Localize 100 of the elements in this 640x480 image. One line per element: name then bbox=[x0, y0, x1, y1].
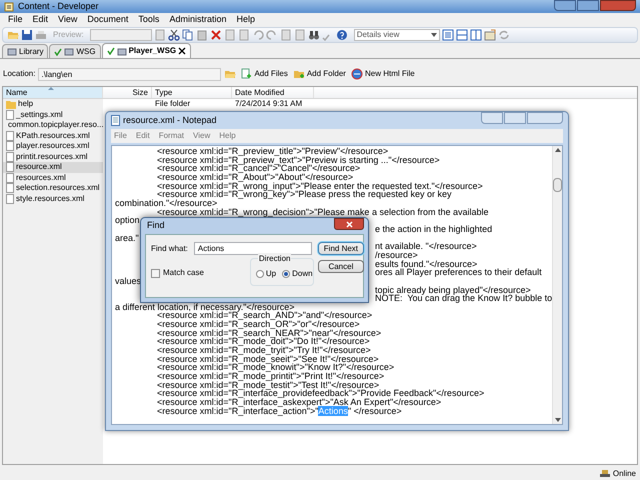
radio-option[interactable]: Down bbox=[282, 268, 313, 280]
vertical-split-icon[interactable] bbox=[470, 29, 482, 41]
scroll-down-icon[interactable] bbox=[554, 418, 561, 422]
find-field[interactable]: Actions bbox=[194, 242, 312, 255]
menu-item[interactable]: Edit bbox=[32, 13, 48, 27]
menu-item[interactable]: Help bbox=[219, 130, 236, 142]
text-line: <resource xml:id="R_About">"About"</resource> bbox=[156, 172, 354, 182]
text-line: <resource xml:id="R_wrong_input">"Please enter the requested text."</resource> bbox=[156, 182, 483, 190]
text-line: <resource xml:id="R_interface_action">"Actions" </resource> bbox=[156, 406, 402, 416]
menu-item[interactable]: Document bbox=[87, 13, 128, 27]
help-icon[interactable] bbox=[336, 29, 348, 41]
cancel-button[interactable]: Cancel bbox=[318, 260, 364, 273]
redo-icon[interactable] bbox=[266, 29, 278, 41]
close-button[interactable] bbox=[334, 218, 364, 230]
radio-button[interactable] bbox=[256, 270, 264, 278]
tab-label: WSG bbox=[76, 46, 96, 58]
menu-item[interactable]: Format bbox=[158, 130, 184, 142]
document-icon[interactable] bbox=[238, 29, 250, 41]
radio-button[interactable] bbox=[282, 270, 290, 278]
text-line: <resource xml:id="R_search_NEAR">"near"</resource> bbox=[156, 328, 382, 338]
text-line: <resource xml:id="R_search_OR">"or"</resource> bbox=[156, 320, 360, 329]
document-icon[interactable] bbox=[224, 29, 236, 41]
scissors-icon[interactable] bbox=[168, 29, 180, 41]
menu-item[interactable]: Edit bbox=[136, 130, 150, 142]
text-line: values bbox=[115, 276, 142, 286]
scrollbar[interactable] bbox=[552, 146, 562, 424]
file-name[interactable]: help bbox=[3, 99, 103, 110]
tab[interactable]: Player_WSG bbox=[102, 43, 192, 58]
file-type: File folder bbox=[154, 98, 192, 110]
refresh-icon[interactable] bbox=[498, 29, 510, 41]
radio-option[interactable]: Up bbox=[256, 268, 276, 280]
location-field[interactable]: .\lang\en bbox=[38, 68, 222, 80]
check-icon bbox=[54, 48, 62, 56]
minimize-button[interactable] bbox=[481, 112, 503, 124]
column-header[interactable]: Type bbox=[152, 87, 232, 98]
text-line: e the action in the highlighted bbox=[375, 224, 492, 234]
undo-icon[interactable] bbox=[252, 29, 264, 41]
open-folder-icon[interactable] bbox=[224, 68, 236, 80]
copy-icon[interactable] bbox=[182, 29, 194, 41]
menu-item[interactable]: File bbox=[8, 13, 23, 27]
file-name[interactable]: selection.resources.xml bbox=[3, 183, 103, 194]
match-case-checkbox[interactable]: Match case bbox=[151, 267, 204, 279]
menu-item[interactable]: View bbox=[193, 130, 210, 142]
network-icon bbox=[598, 469, 611, 479]
text-line: <resource xml:id="R_interface_providefeedback">"Provide Feedback"</resource> bbox=[156, 389, 484, 398]
text-line: /resource> bbox=[375, 250, 418, 260]
close-icon[interactable] bbox=[178, 47, 186, 55]
maximize-button[interactable] bbox=[577, 0, 599, 11]
file-name[interactable]: printit.resources.xml bbox=[3, 152, 103, 162]
save-icon[interactable] bbox=[21, 29, 33, 41]
file-date: 7/24/2014 9:31 AM bbox=[234, 98, 304, 110]
checkbox[interactable] bbox=[151, 268, 160, 278]
close-icon bbox=[346, 220, 352, 228]
find-next-button[interactable]: Find Next bbox=[318, 242, 364, 255]
text-line: <resource xml:id="R_mode_knowit">"Know It?"</resource> bbox=[156, 363, 394, 372]
caret-icon bbox=[430, 33, 437, 37]
scrollbar-thumb[interactable] bbox=[553, 178, 562, 192]
file-name-text: player.resources.xml bbox=[16, 140, 90, 152]
preview-dropdown[interactable] bbox=[90, 29, 152, 41]
menu-item[interactable]: File bbox=[114, 130, 127, 142]
app-icon bbox=[4, 2, 14, 12]
binoculars-icon[interactable] bbox=[308, 29, 320, 41]
file-name[interactable]: resources.xml bbox=[3, 172, 103, 183]
file-name[interactable]: resource.xml bbox=[3, 162, 103, 172]
toolbar-button[interactable]: Add Files bbox=[239, 68, 289, 80]
window-title: resource.xml - Notepad bbox=[123, 114, 218, 127]
text-line: NOTE: You can drag the Know It? bubble to bbox=[375, 294, 552, 303]
file-name[interactable]: style.resources.xml bbox=[3, 194, 103, 204]
file-name[interactable]: common.topicplayer.reso... bbox=[3, 120, 103, 130]
file-name-text: _settings.xml bbox=[16, 108, 63, 121]
paste-icon[interactable] bbox=[196, 29, 208, 41]
menu-item[interactable]: Help bbox=[236, 13, 255, 27]
menu-item[interactable]: Tools bbox=[138, 13, 160, 27]
file-name[interactable]: _settings.xml bbox=[3, 110, 103, 120]
tab[interactable]: WSG bbox=[49, 44, 101, 58]
menu-item[interactable]: View bbox=[58, 13, 78, 27]
file-name[interactable]: KPath.resources.xml bbox=[3, 130, 103, 141]
toolbar-button[interactable]: New Html File bbox=[350, 68, 416, 80]
file-name-text: style.resources.xml bbox=[16, 192, 84, 205]
column-header[interactable]: Date Modified bbox=[232, 87, 314, 98]
column-header[interactable]: Size bbox=[103, 87, 152, 98]
status-text: Online bbox=[612, 468, 636, 480]
location-label: Location: bbox=[3, 68, 36, 80]
details-view-icon[interactable] bbox=[442, 29, 454, 41]
horizontal-split-icon[interactable] bbox=[456, 29, 468, 41]
delete-icon[interactable] bbox=[210, 29, 222, 41]
scroll-up-icon[interactable] bbox=[554, 148, 561, 152]
text-line: <resource xml:id="R_wrong_decision">"Please make a selection from the available bbox=[156, 208, 489, 216]
maximize-button[interactable] bbox=[504, 112, 526, 124]
file-name[interactable]: player.resources.xml bbox=[3, 141, 103, 152]
text-line: <resource xml:id="R_cancel">"Cancel"</resource> bbox=[156, 164, 360, 173]
column-header[interactable]: Name bbox=[3, 87, 103, 98]
minimize-button[interactable] bbox=[554, 0, 576, 11]
properties-icon[interactable] bbox=[484, 29, 496, 41]
toolbar-button[interactable]: Add Folder bbox=[292, 68, 347, 80]
document-icon[interactable] bbox=[280, 29, 292, 41]
view-dropdown[interactable]: Details view bbox=[354, 29, 440, 41]
menu-item[interactable]: Administration bbox=[169, 13, 226, 27]
field-label: Find what: bbox=[151, 242, 188, 254]
tab[interactable]: Library bbox=[2, 44, 48, 58]
